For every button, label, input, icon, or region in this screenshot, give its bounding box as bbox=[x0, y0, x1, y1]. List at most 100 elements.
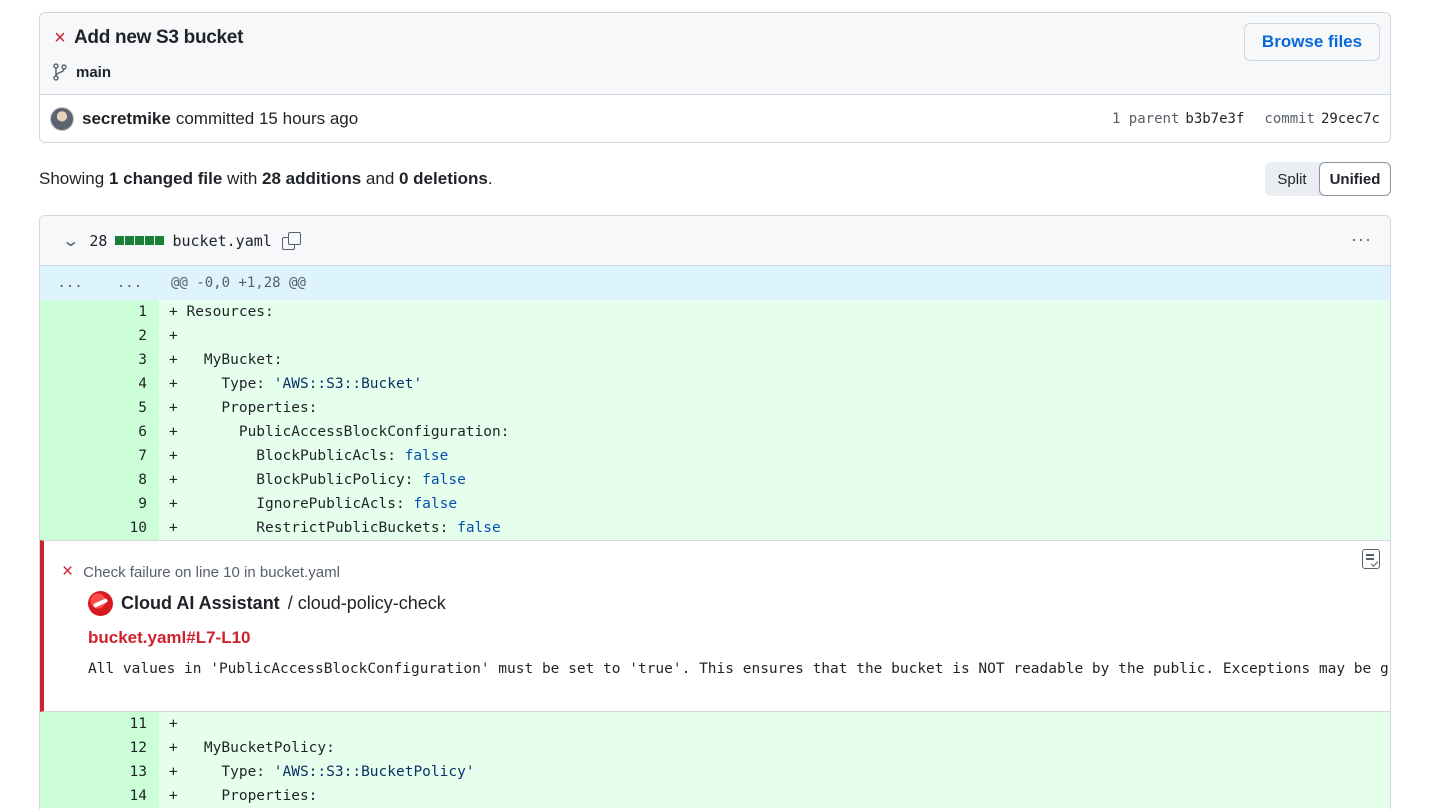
diff-line: 7 + BlockPublicAcls: false bbox=[40, 444, 1390, 468]
old-line-number[interactable] bbox=[40, 348, 100, 372]
diff-line: 11 + bbox=[40, 712, 1390, 736]
diff-line: 6 + PublicAccessBlockConfiguration: bbox=[40, 420, 1390, 444]
new-line-number[interactable]: 14 bbox=[100, 784, 159, 808]
code-line: + Type: 'AWS::S3::Bucket' bbox=[159, 372, 1390, 396]
code-line: + Type: 'AWS::S3::BucketPolicy' bbox=[159, 760, 1390, 784]
annotation-checklist-icon[interactable] bbox=[1362, 549, 1380, 569]
code-line: + Properties: bbox=[159, 784, 1390, 808]
annotation-heading-row: × Check failure on line 10 in bucket.yam… bbox=[62, 561, 340, 583]
diffstat-block bbox=[125, 236, 135, 245]
file-name-link[interactable]: bucket.yaml bbox=[172, 232, 271, 250]
summary-prefix: Showing bbox=[39, 169, 109, 188]
diffstat-block bbox=[155, 236, 165, 245]
new-line-number[interactable]: 1 bbox=[100, 300, 159, 324]
old-line-number[interactable] bbox=[40, 420, 100, 444]
commit-label: commit bbox=[1264, 111, 1315, 127]
new-line-number[interactable]: 5 bbox=[100, 396, 159, 420]
branch-name[interactable]: main bbox=[76, 64, 111, 81]
parent-sha-link[interactable]: b3b7e3f bbox=[1185, 111, 1244, 127]
change-count: 28 bbox=[89, 231, 108, 250]
old-line-number[interactable] bbox=[40, 444, 100, 468]
new-line-number[interactable]: 7 bbox=[100, 444, 159, 468]
unified-view-button[interactable]: Unified bbox=[1319, 162, 1391, 196]
commit-meta: 1 parent b3b7e3f commit 29cec7c bbox=[1111, 95, 1380, 142]
commit-title-row: × Add new S3 bucket bbox=[52, 27, 243, 49]
tool-name: Cloud AI Assistant bbox=[121, 593, 280, 613]
old-line-number[interactable] bbox=[40, 736, 100, 760]
commit-author-row: secretmike committed 15 hours ago 1 pare… bbox=[40, 95, 1390, 142]
new-line-number[interactable]: 13 bbox=[100, 760, 159, 784]
failure-x-icon[interactable]: × bbox=[52, 28, 68, 48]
diff-lines-after: 11 +12 + MyBucketPolicy: 13 + Type: 'AWS::S3… bbox=[40, 712, 1390, 808]
tool-logo-icon bbox=[88, 591, 113, 616]
new-line-number[interactable]: 12 bbox=[100, 736, 159, 760]
code-line: + MyBucket: bbox=[159, 348, 1390, 372]
old-line-number[interactable] bbox=[40, 516, 100, 540]
new-line-number[interactable]: 10 bbox=[100, 516, 159, 540]
split-view-button[interactable]: Split bbox=[1265, 162, 1319, 196]
diffstat-blocks bbox=[115, 236, 165, 245]
expand-down-button[interactable]: ... bbox=[100, 266, 159, 300]
chevron-down-icon[interactable]: ⌄ bbox=[61, 231, 80, 251]
new-line-number[interactable]: 11 bbox=[100, 712, 159, 736]
new-line-number[interactable]: 4 bbox=[100, 372, 159, 396]
diff-line: 13 + Type: 'AWS::S3::BucketPolicy' bbox=[40, 760, 1390, 784]
old-line-number[interactable] bbox=[40, 324, 100, 348]
hunk-header-row: ... ... @@ -0,0 +1,28 @@ bbox=[40, 266, 1390, 300]
check-annotation: × Check failure on line 10 in bucket.yam… bbox=[40, 540, 1390, 712]
old-line-number[interactable] bbox=[40, 300, 100, 324]
failure-x-icon: × bbox=[62, 561, 74, 582]
new-line-number[interactable]: 8 bbox=[100, 468, 159, 492]
new-line-number[interactable]: 3 bbox=[100, 348, 159, 372]
author-name[interactable]: secretmike bbox=[82, 109, 171, 129]
summary-suffix: . bbox=[487, 169, 493, 188]
commit-action-text: committed 15 hours ago bbox=[175, 109, 359, 128]
diff-line: 4 + Type: 'AWS::S3::Bucket' bbox=[40, 372, 1390, 396]
annotation-link[interactable]: bucket.yaml#L7-L10 bbox=[88, 628, 251, 648]
diff-line: 14 + Properties: bbox=[40, 784, 1390, 808]
code-line: + PublicAccessBlockConfiguration: bbox=[159, 420, 1390, 444]
code-line: + MyBucketPolicy: bbox=[159, 736, 1390, 760]
diffstat-block bbox=[145, 236, 155, 245]
file-diff: ⌄ 28 bucket.yaml ··· ... ... @@ -0,0 +1,… bbox=[39, 215, 1391, 809]
code-line: + IgnorePublicAcls: false bbox=[159, 492, 1390, 516]
new-line-number[interactable]: 9 bbox=[100, 492, 159, 516]
diff-line: 3 + MyBucket: bbox=[40, 348, 1390, 372]
summary-mid1: with bbox=[222, 169, 262, 188]
more-options-icon[interactable]: ··· bbox=[1351, 229, 1372, 250]
old-line-number[interactable] bbox=[40, 784, 100, 808]
diff-line: 1 + Resources: bbox=[40, 300, 1390, 324]
diff-line: 5 + Properties: bbox=[40, 396, 1390, 420]
summary-mid2: and bbox=[361, 169, 399, 188]
diff-lines-before: 1 + Resources: 2 +3 + MyBucket: 4 + Type: 'AWS… bbox=[40, 300, 1390, 540]
browse-files-button[interactable]: Browse files bbox=[1244, 23, 1380, 61]
annotation-tool-row: Cloud AI Assistant / cloud-policy-check bbox=[88, 591, 446, 616]
old-line-number[interactable] bbox=[40, 712, 100, 736]
copy-icon[interactable] bbox=[281, 231, 301, 250]
summary-additions: 28 additions bbox=[262, 169, 362, 188]
diffstat-block bbox=[135, 236, 145, 245]
parent-label: 1 parent bbox=[1111, 111, 1180, 127]
old-line-number[interactable] bbox=[40, 492, 100, 516]
new-line-number[interactable]: 2 bbox=[100, 324, 159, 348]
diff-summary: Showing 1 changed file with 28 additions… bbox=[39, 169, 493, 189]
new-line-number[interactable]: 6 bbox=[100, 420, 159, 444]
diffstat-block bbox=[115, 236, 125, 245]
code-line: + bbox=[159, 324, 1390, 348]
commit-header: × Add new S3 bucket main Browse files se… bbox=[39, 12, 1391, 143]
old-line-number[interactable] bbox=[40, 468, 100, 492]
code-line: + Resources: bbox=[159, 300, 1390, 324]
code-line: + bbox=[159, 712, 1390, 736]
git-branch-icon bbox=[53, 63, 67, 81]
diff-line: 10 + RestrictPublicBuckets: false bbox=[40, 516, 1390, 540]
diff-line: 8 + BlockPublicPolicy: false bbox=[40, 468, 1390, 492]
old-line-number[interactable] bbox=[40, 396, 100, 420]
annotation-heading: Check failure on line 10 in bucket.yaml bbox=[83, 563, 340, 581]
avatar[interactable] bbox=[50, 107, 74, 131]
tool-check-name: / cloud-policy-check bbox=[287, 593, 446, 613]
hunk-header: @@ -0,0 +1,28 @@ bbox=[159, 266, 1390, 300]
old-line-number[interactable] bbox=[40, 760, 100, 784]
expand-up-button[interactable]: ... bbox=[40, 266, 100, 300]
commit-sha: 29cec7c bbox=[1320, 111, 1380, 127]
old-line-number[interactable] bbox=[40, 372, 100, 396]
